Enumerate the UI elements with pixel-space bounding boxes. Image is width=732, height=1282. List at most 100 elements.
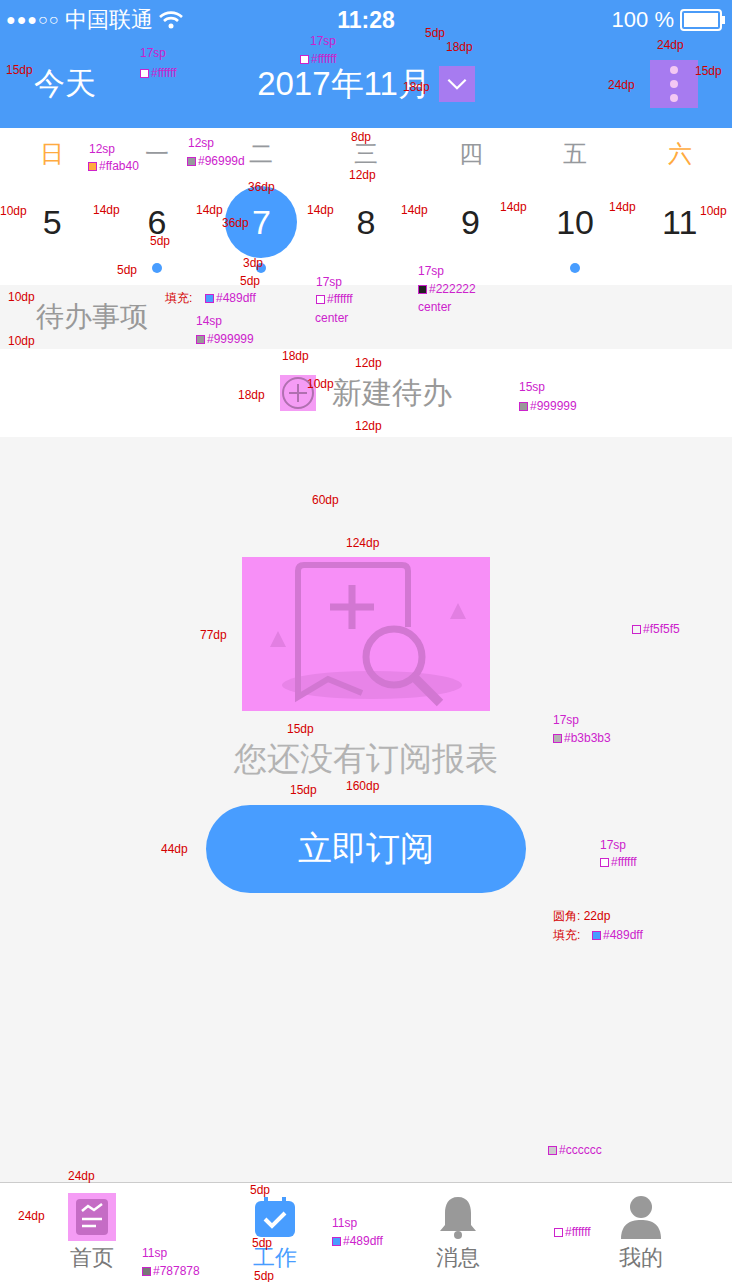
tab-label: 工作 — [253, 1245, 297, 1271]
event-dot — [466, 263, 476, 273]
spec-annotation: 5dp — [254, 1269, 274, 1282]
spec-annotation: #ffffff — [140, 66, 177, 80]
spec-annotation: 3dp — [243, 256, 263, 270]
spec-annotation: 77dp — [200, 628, 227, 642]
spec-annotation: #222222 — [418, 282, 476, 296]
todo-section-header: 待办事项 — [0, 285, 732, 349]
carrier-name: 中国联通 — [65, 5, 153, 35]
spec-annotation: #b3b3b3 — [553, 731, 611, 745]
spec-annotation: 5dp — [250, 1183, 270, 1197]
spec-annotation: 11sp — [332, 1216, 357, 1230]
weekday-row: 日一二三四五六 — [0, 128, 732, 180]
spec-annotation: #cccccc — [548, 1143, 602, 1157]
spec-annotation: 12dp — [355, 356, 382, 370]
tab-item[interactable]: 首页 — [0, 1183, 183, 1282]
spec-annotation: 15dp — [695, 64, 722, 78]
spec-annotation: #96999d — [187, 154, 245, 168]
spec-annotation: 5dp — [117, 263, 137, 277]
spec-annotation: 填充: — [553, 928, 580, 942]
event-dot — [256, 263, 266, 273]
weekday-label: 一 — [145, 138, 169, 170]
subscribe-button[interactable]: 立即订阅 — [206, 805, 526, 893]
date-cell[interactable]: 11 — [627, 180, 732, 285]
spec-annotation: #f5f5f5 — [632, 622, 680, 636]
date-row: 5 6 7 8 9 10 11 — [0, 180, 732, 285]
spec-annotations: 15dp17sp#ffffff17sp#ffffff5dp18dp18dp24d… — [0, 0, 732, 1282]
new-todo-button[interactable]: 新建待办 — [0, 349, 732, 437]
weekday-label: 六 — [668, 138, 692, 170]
month-picker[interactable]: 2017年11月 — [257, 62, 475, 107]
date-cell[interactable]: 6 — [105, 180, 210, 285]
spec-annotation: center — [418, 300, 451, 314]
battery-icon — [680, 9, 726, 31]
spec-annotation: 17sp — [316, 275, 342, 289]
date-number: 6 — [121, 186, 193, 258]
weekday-label: 四 — [459, 138, 483, 170]
tab-label: 我的 — [619, 1245, 663, 1271]
spec-annotation: 44dp — [161, 842, 188, 856]
spec-annotation: #ffffff — [300, 52, 337, 66]
spec-annotation: 14dp — [93, 203, 120, 217]
spec-annotation: 圆角: 22dp — [553, 909, 610, 923]
month-title: 2017年11月 — [257, 62, 431, 107]
add-circle-icon — [280, 375, 316, 411]
spec-annotation: 14dp — [307, 203, 334, 217]
date-number: 5 — [16, 186, 88, 258]
calendar-screen: ●●●○○ 中国联通 11:28 100 % 今天 2017年11月 日一二三四… — [0, 0, 732, 1282]
spec-annotation: 12dp — [355, 419, 382, 433]
spec-annotation: 15dp — [287, 722, 314, 736]
spec-annotation: 17sp — [310, 34, 336, 48]
signal-strength: ●●●○○ — [6, 11, 59, 29]
spec-annotation: 12sp — [188, 136, 214, 150]
spec-annotation: #999999 — [196, 332, 254, 346]
spec-annotation: 24dp — [657, 38, 684, 52]
spec-annotation: 5dp — [425, 26, 445, 40]
spec-annotation: 24dp — [18, 1209, 45, 1223]
date-number: 9 — [435, 186, 507, 258]
spec-annotation: 14dp — [196, 203, 223, 217]
date-cell[interactable]: 7 — [209, 180, 314, 285]
spec-annotation: 24dp — [608, 78, 635, 92]
spec-annotation: 15dp — [290, 783, 317, 797]
clock: 11:28 — [337, 7, 395, 34]
date-cell[interactable]: 8 — [314, 180, 419, 285]
date-number: 7 — [225, 186, 297, 258]
date-cell[interactable]: 5 — [0, 180, 105, 285]
spec-annotation: 10dp — [700, 204, 727, 218]
person-icon — [617, 1193, 665, 1241]
spec-annotation: 18dp — [282, 349, 309, 363]
event-dot — [152, 263, 162, 273]
event-dot — [361, 263, 371, 273]
tab-item[interactable]: 消息 — [366, 1183, 549, 1282]
tab-bar: 首页 工作 消息 我的 — [0, 1182, 732, 1282]
spec-annotation: 160dp — [346, 779, 379, 793]
event-dot — [47, 263, 57, 273]
weekday-label: 三 — [354, 138, 378, 170]
date-number: 10 — [539, 186, 611, 258]
tab-item[interactable]: 我的 — [549, 1183, 732, 1282]
top-bar: ●●●○○ 中国联通 11:28 100 % 今天 2017年11月 — [0, 0, 732, 128]
spec-annotation: #489dff — [332, 1234, 383, 1248]
spec-annotation: 12sp — [89, 142, 115, 156]
home-icon — [68, 1193, 116, 1241]
spec-annotation: 15sp — [519, 380, 545, 394]
date-cell[interactable]: 10 — [523, 180, 628, 285]
spec-annotation: 17sp — [140, 46, 166, 60]
date-cell[interactable]: 9 — [418, 180, 523, 285]
spec-annotation: 60dp — [312, 493, 339, 507]
date-number: 11 — [644, 186, 716, 258]
event-dot — [675, 263, 685, 273]
spec-annotation: 5dp — [150, 234, 170, 248]
spec-annotation: #ffab40 — [88, 159, 139, 173]
spec-annotation: 5dp — [240, 274, 260, 288]
more-menu-icon[interactable] — [650, 60, 698, 108]
today-button[interactable]: 今天 — [34, 63, 257, 105]
spec-annotation: #ffffff — [316, 292, 353, 306]
event-dot — [570, 263, 580, 273]
spec-annotation: #489dff — [592, 928, 643, 942]
spec-annotation: 8dp — [351, 130, 371, 144]
date-number: 8 — [330, 186, 402, 258]
tab-label: 首页 — [70, 1245, 114, 1271]
tab-item[interactable]: 工作 — [183, 1183, 366, 1282]
spec-annotation: #787878 — [142, 1264, 200, 1278]
